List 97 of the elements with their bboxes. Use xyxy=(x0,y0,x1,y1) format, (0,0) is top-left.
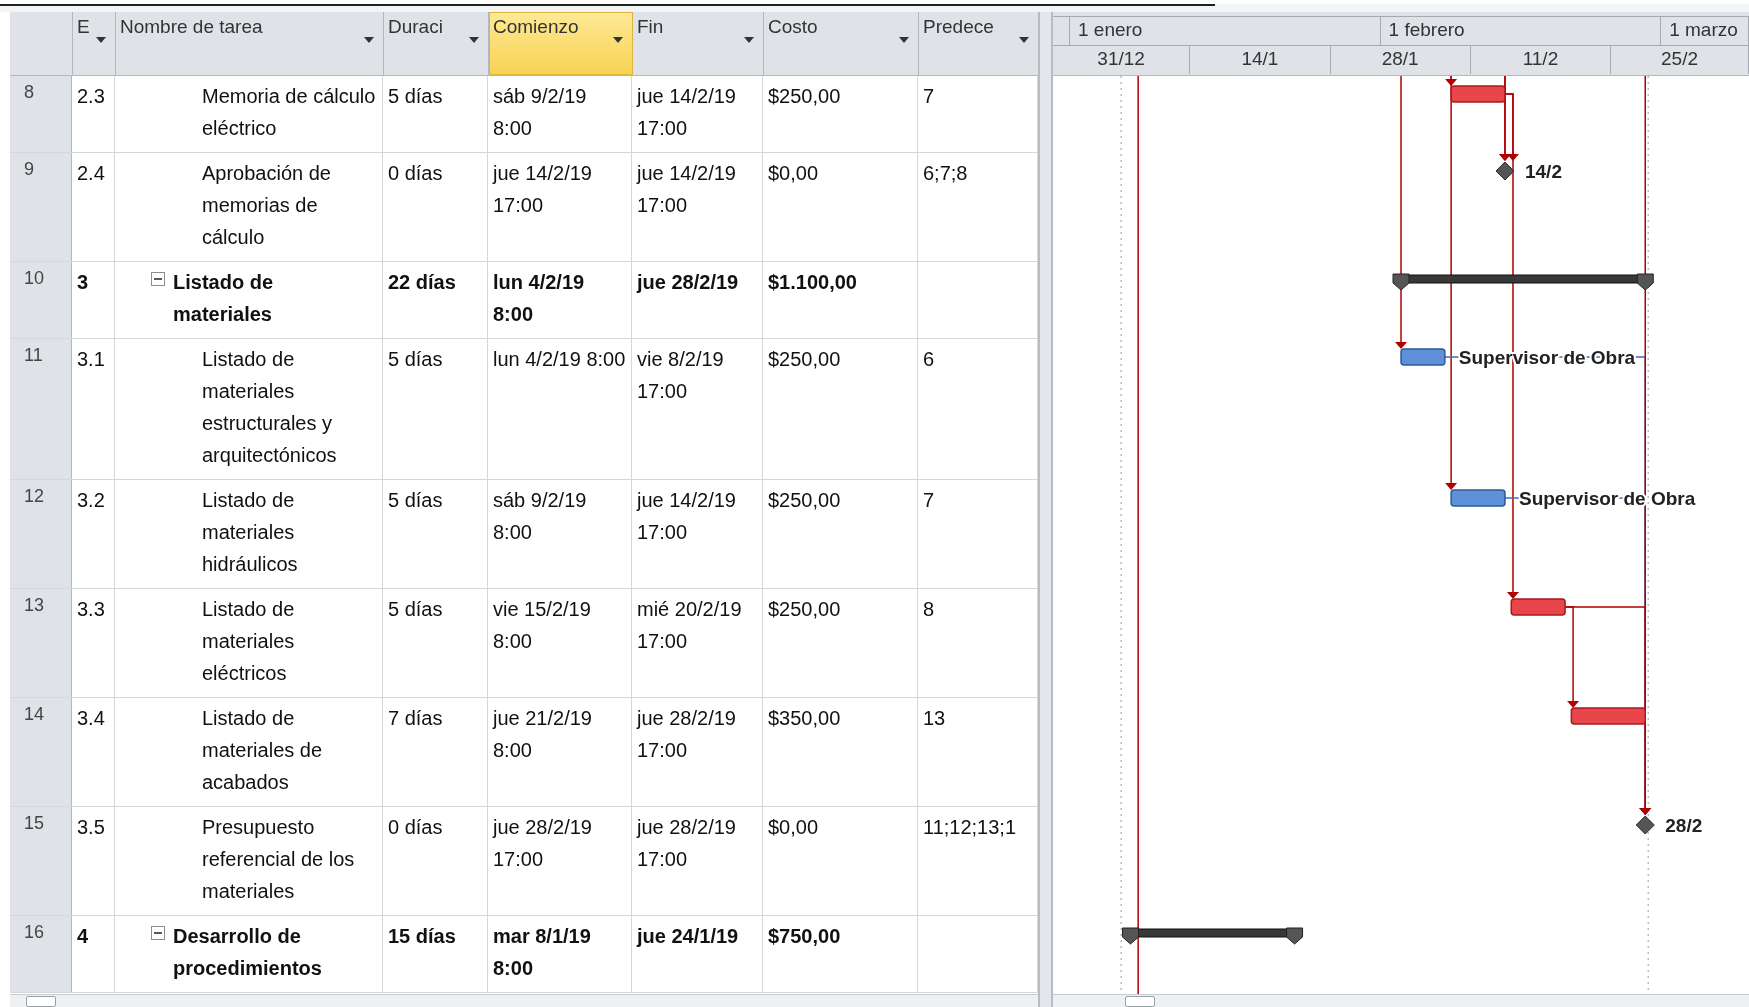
task-name: Listado de materiales eléctricos xyxy=(202,597,296,686)
horizontal-scrollbar[interactable] xyxy=(10,994,1038,1007)
table-cell: mar 8/1/19 8:00 xyxy=(488,916,632,992)
scroll-thumb[interactable] xyxy=(26,996,56,1007)
table-cell: jue 28/2/19 xyxy=(632,262,763,338)
table-cell: 5 días xyxy=(383,480,488,588)
column-header[interactable]: Costo xyxy=(764,12,919,75)
collapse-icon[interactable] xyxy=(151,926,165,940)
table-cell: lun 4/2/19 8:00 xyxy=(488,339,632,479)
table-cell: jue 28/2/19 17:00 xyxy=(488,807,632,915)
row-number: 9 xyxy=(10,153,72,261)
timescale-cell: 14/1 xyxy=(1190,46,1331,74)
scroll-thumb[interactable] xyxy=(1125,996,1155,1007)
task-name: Memoria de cálculo eléctrico xyxy=(202,84,377,141)
table-cell: $250,00 xyxy=(763,339,918,479)
table-cell: jue 24/1/19 xyxy=(632,916,763,992)
row-number: 11 xyxy=(10,339,72,479)
table-cell: $350,00 xyxy=(763,698,918,806)
dropdown-caret-icon[interactable] xyxy=(363,36,375,44)
table-cell: 2.3 xyxy=(72,76,115,152)
table-cell: mié 20/2/19 17:00 xyxy=(632,589,763,697)
table-cell: 5 días xyxy=(383,76,488,152)
task-bar xyxy=(1400,348,1446,366)
column-header[interactable]: E xyxy=(73,12,116,75)
timescale-cell: 11/2 xyxy=(1470,46,1612,74)
milestone-marker xyxy=(1635,815,1655,835)
table-cell: 2.4 xyxy=(72,153,115,261)
table-cell: $250,00 xyxy=(763,480,918,588)
row-number: 10 xyxy=(10,262,72,338)
task-bar xyxy=(1510,598,1566,616)
bar-label: 28/2 xyxy=(1665,815,1703,836)
bar-label: 14/2 xyxy=(1525,161,1562,182)
horizontal-scrollbar[interactable] xyxy=(1053,994,1749,1007)
task-bar xyxy=(1450,489,1506,507)
table-cell: 3.5 xyxy=(72,807,115,915)
row-number: 12 xyxy=(10,480,72,588)
table-cell: lun 4/2/19 8:00 xyxy=(488,262,632,338)
table-cell: jue 21/2/19 8:00 xyxy=(488,698,632,806)
row-number: 14 xyxy=(10,698,72,806)
table-cell: 5 días xyxy=(383,589,488,697)
dropdown-caret-icon[interactable] xyxy=(898,36,910,44)
table-cell: vie 8/2/19 17:00 xyxy=(632,339,763,479)
table-cell: jue 14/2/19 17:00 xyxy=(488,153,632,261)
timescale-cell: 31/12 xyxy=(1053,46,1191,74)
table-cell: $0,00 xyxy=(763,153,918,261)
table-cell: 7 días xyxy=(383,698,488,806)
table-cell: 0 días xyxy=(383,153,488,261)
table-cell: $750,00 xyxy=(763,916,918,992)
row-number: 8 xyxy=(10,76,72,152)
column-header[interactable]: Fin xyxy=(633,12,764,75)
task-name: Desarrollo de procedimientos xyxy=(173,924,323,981)
timescale-cell: 1 enero xyxy=(1070,17,1381,45)
table-cell: sáb 9/2/19 8:00 xyxy=(488,480,632,588)
timescale-cell: 25/2 xyxy=(1611,46,1749,74)
table-cell: $250,00 xyxy=(763,76,918,152)
table-cell: 3.4 xyxy=(72,698,115,806)
row-number: 13 xyxy=(10,589,72,697)
table-cell: 4 xyxy=(72,916,115,992)
table-cell: jue 14/2/19 17:00 xyxy=(632,480,763,588)
task-bar xyxy=(1450,85,1506,103)
table-cell: 3.3 xyxy=(72,589,115,697)
collapse-icon[interactable] xyxy=(151,272,165,286)
timescale-cell: 28/1 xyxy=(1330,46,1471,74)
task-name: Listado de materiales xyxy=(173,270,274,327)
table-cell: jue 28/2/19 17:00 xyxy=(632,807,763,915)
task-name: Aprobación de memorias de cálculo xyxy=(202,161,332,250)
task-name: Listado de materiales estructurales y arquitectónicos xyxy=(202,347,338,468)
table-cell: $250,00 xyxy=(763,589,918,697)
dropdown-caret-icon[interactable] xyxy=(1018,36,1030,44)
table-cell: jue 14/2/19 17:00 xyxy=(632,76,763,152)
table-cell: $0,00 xyxy=(763,807,918,915)
table-cell: 22 días xyxy=(383,262,488,338)
table-cell: jue 14/2/19 17:00 xyxy=(632,153,763,261)
table-cell: 3 xyxy=(72,262,115,338)
dropdown-caret-icon[interactable] xyxy=(468,36,480,44)
timescale-cell: 1 marzo xyxy=(1661,17,1749,45)
table-cell: 3.1 xyxy=(72,339,115,479)
row-number: 15 xyxy=(10,807,72,915)
row-number: 16 xyxy=(10,916,72,992)
table-cell: $1.100,00 xyxy=(763,262,918,338)
dropdown-caret-icon[interactable] xyxy=(612,36,624,44)
column-header[interactable]: Nombre de tarea xyxy=(116,12,384,75)
table-cell: 5 días xyxy=(383,339,488,479)
table-cell: jue 28/2/19 17:00 xyxy=(632,698,763,806)
table-cell: sáb 9/2/19 8:00 xyxy=(488,76,632,152)
task-name: Listado de materiales hidráulicos xyxy=(202,488,299,577)
task-name: Listado de materiales de acabados xyxy=(202,706,324,795)
table-cell: vie 15/2/19 8:00 xyxy=(488,589,632,697)
task-name: Presupuesto referencial de los materiales xyxy=(202,815,356,904)
timescale-cell: 1 febrero xyxy=(1380,17,1662,45)
dropdown-caret-icon[interactable] xyxy=(743,36,755,44)
table-cell: 0 días xyxy=(383,807,488,915)
column-header[interactable]: Comienzo xyxy=(489,12,633,75)
milestone-marker xyxy=(1495,161,1515,181)
table-cell: 15 días xyxy=(383,916,488,992)
dropdown-caret-icon[interactable] xyxy=(95,36,107,44)
table-cell: 3.2 xyxy=(72,480,115,588)
